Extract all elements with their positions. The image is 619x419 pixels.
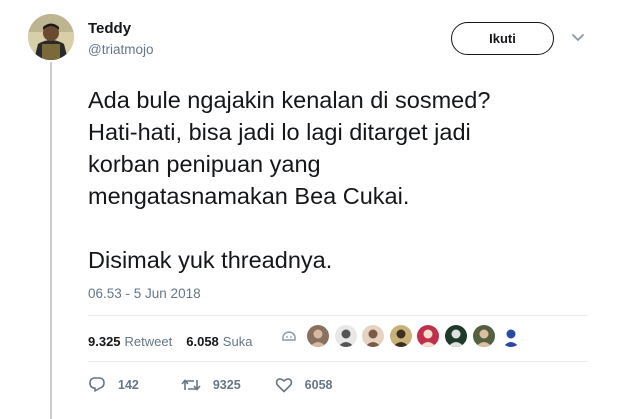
liker-avatar[interactable] xyxy=(389,325,412,347)
stats-divider-top xyxy=(88,315,588,316)
reply-action[interactable]: 142 xyxy=(88,376,139,393)
person-icon xyxy=(447,329,464,347)
person-icon xyxy=(365,329,382,347)
thread-connector-line xyxy=(50,62,52,419)
chevron-down-icon[interactable] xyxy=(571,33,585,43)
retweet-count: 9.325 xyxy=(88,333,121,349)
liker-avatar[interactable] xyxy=(417,325,440,347)
liker-avatars xyxy=(280,325,528,347)
person-icon xyxy=(337,329,354,347)
avatar-photo-icon xyxy=(28,14,74,60)
tweet-stats: 9.325 Retweet 6.058 Suka xyxy=(88,331,252,351)
liker-avatar[interactable] xyxy=(334,325,357,347)
liker-avatar[interactable] xyxy=(362,325,385,347)
liker-avatar[interactable] xyxy=(307,325,329,347)
retweet-action-count: 9325 xyxy=(212,377,241,392)
liker-face-icon xyxy=(282,331,296,341)
like-action[interactable]: 6058 xyxy=(275,377,333,393)
display-name[interactable]: Teddy xyxy=(88,20,131,37)
username[interactable]: @triatmojo xyxy=(88,42,153,57)
person-icon xyxy=(420,329,437,347)
tweet-timestamp[interactable]: 06.53 - 5 Jun 2018 xyxy=(88,286,201,301)
heart-icon xyxy=(275,377,292,392)
like-action-count: 6058 xyxy=(304,377,333,392)
tweet-actions: 142 9325 6058 xyxy=(88,376,332,393)
person-icon xyxy=(392,329,409,347)
retweet-stat[interactable]: 9.325 Retweet xyxy=(88,334,172,349)
like-count: 6.058 xyxy=(186,333,219,349)
avatar[interactable] xyxy=(28,14,74,60)
retweet-icon xyxy=(181,378,201,391)
like-label: Suka xyxy=(222,333,253,349)
follow-button[interactable]: Ikuti xyxy=(451,22,554,55)
person-icon xyxy=(503,329,520,347)
person-icon xyxy=(310,329,326,347)
liker-avatar[interactable] xyxy=(472,325,495,347)
retweet-label: Retweet xyxy=(124,333,173,349)
person-icon xyxy=(475,329,492,347)
tweet-text: Ada bule ngajakin kenalan di sosmed? Hat… xyxy=(88,87,491,273)
reply-icon xyxy=(89,377,105,392)
liker-avatar[interactable] xyxy=(500,325,523,347)
like-stat[interactable]: 6.058 Suka xyxy=(186,334,252,349)
reply-count: 142 xyxy=(118,377,139,392)
liker-avatar[interactable] xyxy=(444,325,467,347)
retweet-action[interactable]: 9325 xyxy=(181,377,241,393)
stats-divider-bottom xyxy=(88,361,588,362)
